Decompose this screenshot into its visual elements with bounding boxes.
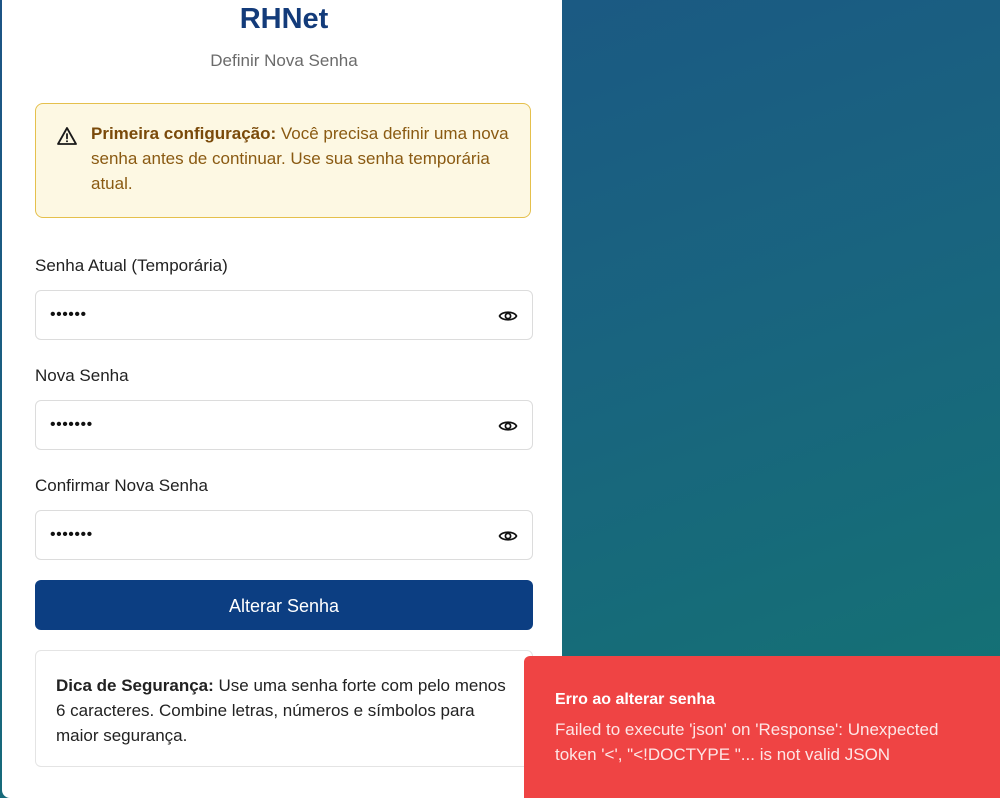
page-subtitle: Definir Nova Senha: [210, 51, 358, 70]
new-password-value: •••••••: [50, 416, 93, 433]
confirm-password-field[interactable]: •••••••: [35, 510, 533, 560]
new-password-label: Nova Senha: [35, 366, 129, 385]
confirm-password-value: •••••••: [50, 526, 93, 543]
toast-message: Failed to execute 'json' on 'Response': …: [555, 720, 939, 764]
eye-icon[interactable]: [498, 416, 518, 436]
login-card: RHNet Definir Nova Senha Primeira config…: [2, 0, 562, 798]
change-password-button[interactable]: Alterar Senha: [35, 580, 533, 630]
current-password-value: ••••••: [50, 306, 87, 323]
alert-strong: Primeira configuração:: [91, 124, 277, 143]
confirm-password-label: Confirmar Nova Senha: [35, 476, 208, 495]
first-setup-alert: Primeira configuração: Você precisa defi…: [35, 103, 531, 218]
security-tip: Dica de Segurança: Use uma senha forte c…: [35, 650, 533, 767]
tip-message: Dica de Segurança: Use uma senha forte c…: [56, 673, 516, 748]
tip-strong: Dica de Segurança:: [56, 676, 214, 695]
app-title: RHNet: [239, 3, 329, 35]
current-password-label: Senha Atual (Temporária): [35, 256, 228, 275]
eye-icon[interactable]: [498, 306, 518, 326]
eye-icon[interactable]: [498, 526, 518, 546]
toast-title: Erro ao alterar senha: [555, 691, 716, 708]
alert-message: Primeira configuração: Você precisa defi…: [91, 121, 512, 196]
current-password-field[interactable]: ••••••: [35, 290, 533, 340]
warning-icon: [57, 126, 77, 146]
error-toast[interactable]: Erro ao alterar senha Failed to execute …: [524, 656, 1000, 798]
new-password-field[interactable]: •••••••: [35, 400, 533, 450]
